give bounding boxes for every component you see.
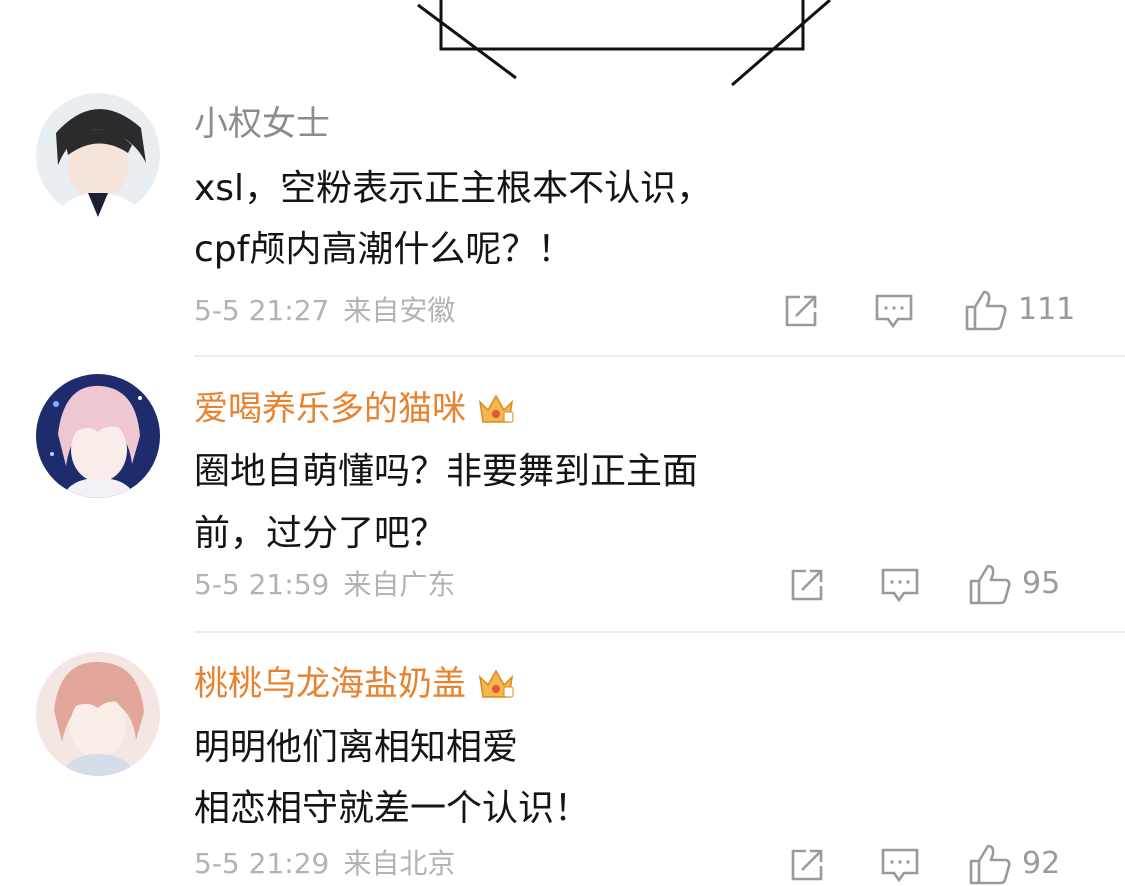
like-count: 92 [1022,846,1061,881]
share-button[interactable] [788,846,826,884]
divider [194,631,1125,633]
like-button[interactable]: 95 [968,562,1060,606]
like-icon [969,564,1011,605]
comment-location: 来自安徽 [343,294,456,327]
comment-text-line: 圈地自萌懂吗？非要舞到正主面 [194,451,699,492]
comment-text-line: 相恋相守就差一个认识！ [194,788,591,829]
reply-button[interactable] [874,292,914,330]
comment-location: 来自广东 [343,568,456,601]
avatar[interactable] [36,652,160,776]
comment-date: 5-5 21:59 [194,568,330,601]
comment-meta: 5-5 21:59 来自广东 [194,567,455,603]
username[interactable]: 桃桃乌龙海盐奶盖 [194,662,516,706]
like-count: 111 [1018,292,1076,327]
comment-date: 5-5 21:29 [194,847,330,880]
share-icon [785,295,817,327]
comment-date: 5-5 21:27 [194,294,330,327]
reply-button[interactable] [880,846,920,884]
username-text: 桃桃乌龙海盐奶盖 [194,664,466,704]
like-count: 95 [1022,566,1061,601]
avatar[interactable] [36,93,160,217]
username[interactable]: 小权女士 [194,102,330,146]
share-button[interactable] [782,292,820,330]
share-icon [791,849,823,881]
like-button[interactable]: 92 [968,842,1060,886]
reply-icon [875,294,913,329]
share-icon [791,569,823,601]
like-icon [969,844,1011,885]
like-button[interactable]: 111 [964,288,1075,332]
vip-crown-icon [478,668,514,698]
comment-text-line: 前，过分了吧？ [194,513,447,554]
reply-button[interactable] [880,566,920,604]
reply-icon [881,848,919,883]
divider [194,355,1125,357]
comment-meta: 5-5 21:27 来自安徽 [194,293,455,329]
top-image-fragment [417,0,831,87]
comment-text-line: xsl，空粉表示正主根本不认识， [194,168,713,209]
comment-text-line: cpf颅内高潮什么呢？！ [194,229,574,270]
username[interactable]: 爱喝养乐多的猫咪 [194,387,516,431]
comment-location: 来自北京 [343,847,456,880]
comment-meta: 5-5 21:29 来自北京 [194,846,455,882]
reply-icon [881,568,919,603]
username-text: 爱喝养乐多的猫咪 [194,389,466,429]
avatar[interactable] [36,374,160,498]
share-button[interactable] [788,566,826,604]
like-icon [965,290,1007,331]
vip-crown-icon [478,393,514,423]
comment-text-line: 明明他们离相知相爱 [194,727,519,768]
